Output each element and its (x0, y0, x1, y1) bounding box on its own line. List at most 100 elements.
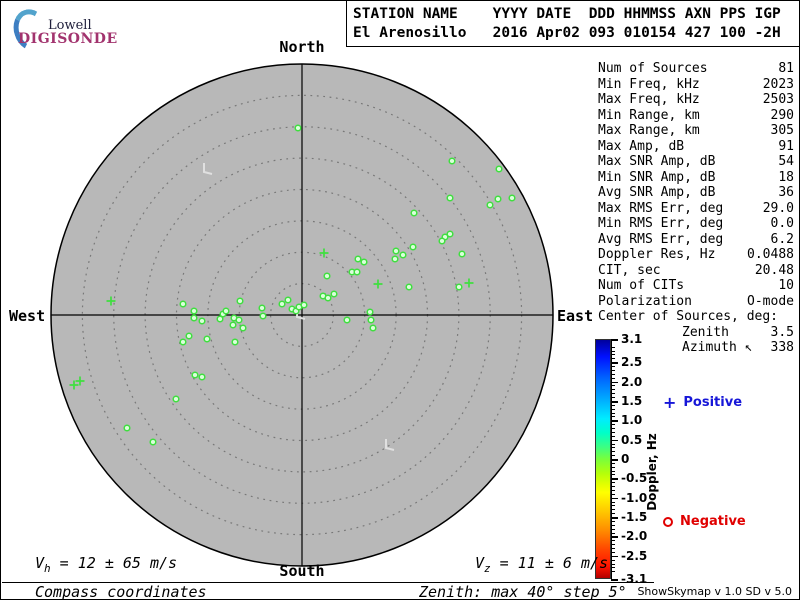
stats-row: Min SNR Amp, dB 18 (598, 169, 794, 185)
source-marker-circle (123, 424, 131, 432)
coordinates-note: Compass coordinates (35, 583, 207, 600)
station-header-columns: STATION NAME YYYY DATE DDD HHMMSS AXN PP… (353, 6, 781, 22)
colorbar-tick-label: 0 (621, 452, 630, 466)
stats-row: Min RMS Err, deg 0.0 (598, 216, 794, 231)
legend-positive: + Positive (663, 393, 743, 412)
stats-row: Avg SNR Amp, dB 36 (598, 185, 794, 200)
source-marker-circle (353, 268, 361, 276)
source-marker-circle (190, 314, 198, 322)
legend-negative: Negative (663, 514, 746, 529)
source-marker-circle (300, 301, 308, 309)
source-marker-circle (354, 255, 362, 263)
colorbar-tick-label: 1.0 (621, 413, 643, 428)
source-marker-circle (486, 201, 494, 209)
source-marker-circle (367, 316, 375, 324)
stats-row: Max Freq, kHz 2503 (598, 92, 794, 107)
source-marker-circle (399, 251, 407, 259)
circle-marker-icon (663, 516, 673, 527)
stats-row: Polarization O-mode (598, 293, 794, 309)
header-divider-vertical (346, 1, 347, 46)
compass-label-north: North (279, 38, 325, 56)
colorbar-tick-label: 2.5 (621, 355, 643, 370)
source-marker-circle (438, 237, 446, 245)
source-marker-circle (190, 307, 198, 315)
colorbar-title: Doppler, Hz (645, 433, 659, 511)
colorbar-tick-label: -1.0 (621, 490, 648, 505)
stats-row: Max SNR Amp, dB 54 (598, 154, 794, 169)
colorbar-tick-label: -0.5 (621, 471, 648, 486)
stats-row: Min Range, km 290 (598, 107, 794, 123)
stats-row: Max Range, km 305 (598, 123, 794, 138)
source-marker-circle (185, 332, 193, 340)
source-marker-circle (494, 195, 502, 203)
source-marker-circle (229, 321, 237, 329)
source-marker-circle (410, 209, 418, 217)
source-marker-circle (391, 255, 399, 263)
source-marker-circle (294, 124, 302, 132)
source-marker-circle (409, 243, 417, 251)
vertical-velocity-readout: Vz = 11 ± 6 m/s (475, 554, 609, 575)
colorbar-tick-label: 2.0 (621, 374, 643, 389)
colorbar-tick-label: -1.5 (621, 510, 648, 525)
source-marker-circle (508, 194, 516, 202)
stats-row: CIT, sec 20.48 (598, 262, 794, 278)
zenith-scale-note: Zenith: max 40° step 5° (419, 583, 627, 600)
source-marker-circle (239, 324, 247, 332)
source-marker-circle (235, 316, 243, 324)
source-marker-circle (455, 283, 463, 291)
source-marker-circle (284, 296, 292, 304)
source-marker-circle (149, 438, 157, 446)
stats-row: Num of CITs 10 (598, 278, 794, 293)
header-divider-horizontal (346, 46, 799, 47)
stats-row: Max RMS Err, deg 29.0 (598, 200, 794, 216)
logo-digisonde-text: DIGISONDE (18, 31, 118, 47)
source-marker-circle (366, 308, 374, 316)
colorbar-tick-label: -2.0 (621, 529, 648, 544)
plus-marker-icon: + (663, 393, 677, 412)
source-marker-circle (259, 312, 267, 320)
source-marker-circle (172, 395, 180, 403)
stats-row: Num of Sources 81 (598, 61, 794, 76)
source-marker-circle (236, 297, 244, 305)
colorbar-tick-label: 3.1 (621, 332, 643, 346)
source-marker-circle (392, 247, 400, 255)
station-header-values: El Arenosillo 2016 Apr02 093 010154 427 … (353, 25, 781, 41)
source-marker-circle (369, 324, 377, 332)
showskymap-window: Lowell DIGISONDE STATION NAME YYYY DATE … (0, 0, 800, 600)
colorbar-tick-label: 0.5 (621, 432, 643, 447)
source-marker-circle (198, 373, 206, 381)
legend-negative-label: Negative (680, 514, 746, 529)
horizontal-velocity-readout: Vh = 12 ± 65 m/s (35, 554, 178, 575)
source-marker-circle (360, 258, 368, 266)
compass-label-east: East (557, 307, 594, 325)
source-marker-circle (216, 315, 224, 323)
source-marker-circle (179, 338, 187, 346)
stats-row: Center of Sources, deg: (598, 309, 779, 324)
source-marker-circle (324, 294, 332, 302)
compass-label-west: West (9, 307, 46, 325)
doppler-colorbar (595, 339, 611, 579)
stats-row: Min Freq, kHz 2023 (598, 76, 794, 92)
compass-label-south: South (279, 562, 325, 580)
stats-row: Avg RMS Err, deg 6.2 (598, 231, 794, 247)
colorbar-tick-label: 1.5 (621, 393, 643, 408)
stats-row: Max Amp, dB 91 (598, 138, 794, 154)
legend-positive-label: Positive (683, 395, 743, 410)
source-marker-circle (495, 165, 503, 173)
source-marker-circle (448, 157, 456, 165)
colorbar-tick-label: -2.5 (621, 548, 648, 563)
source-marker-circle (458, 250, 466, 258)
source-marker-circle (258, 304, 266, 312)
source-marker-circle (446, 194, 454, 202)
source-marker-circle (222, 307, 230, 315)
source-marker-circle (278, 300, 286, 308)
measurement-stats-panel: Num of Sources 81 Min Freq, kHz 2023 Max Fre… (598, 61, 794, 356)
source-marker-circle (198, 317, 206, 325)
stats-row: Doppler Res, Hz 0.0488 (598, 247, 794, 262)
source-marker-circle (323, 272, 331, 280)
source-marker-circle (330, 290, 338, 298)
software-version: ShowSkymap v 1.0 SD v 5.0 (637, 585, 792, 598)
source-marker-circle (405, 283, 413, 291)
source-marker-circle (179, 300, 187, 308)
source-marker-circle (203, 335, 211, 343)
